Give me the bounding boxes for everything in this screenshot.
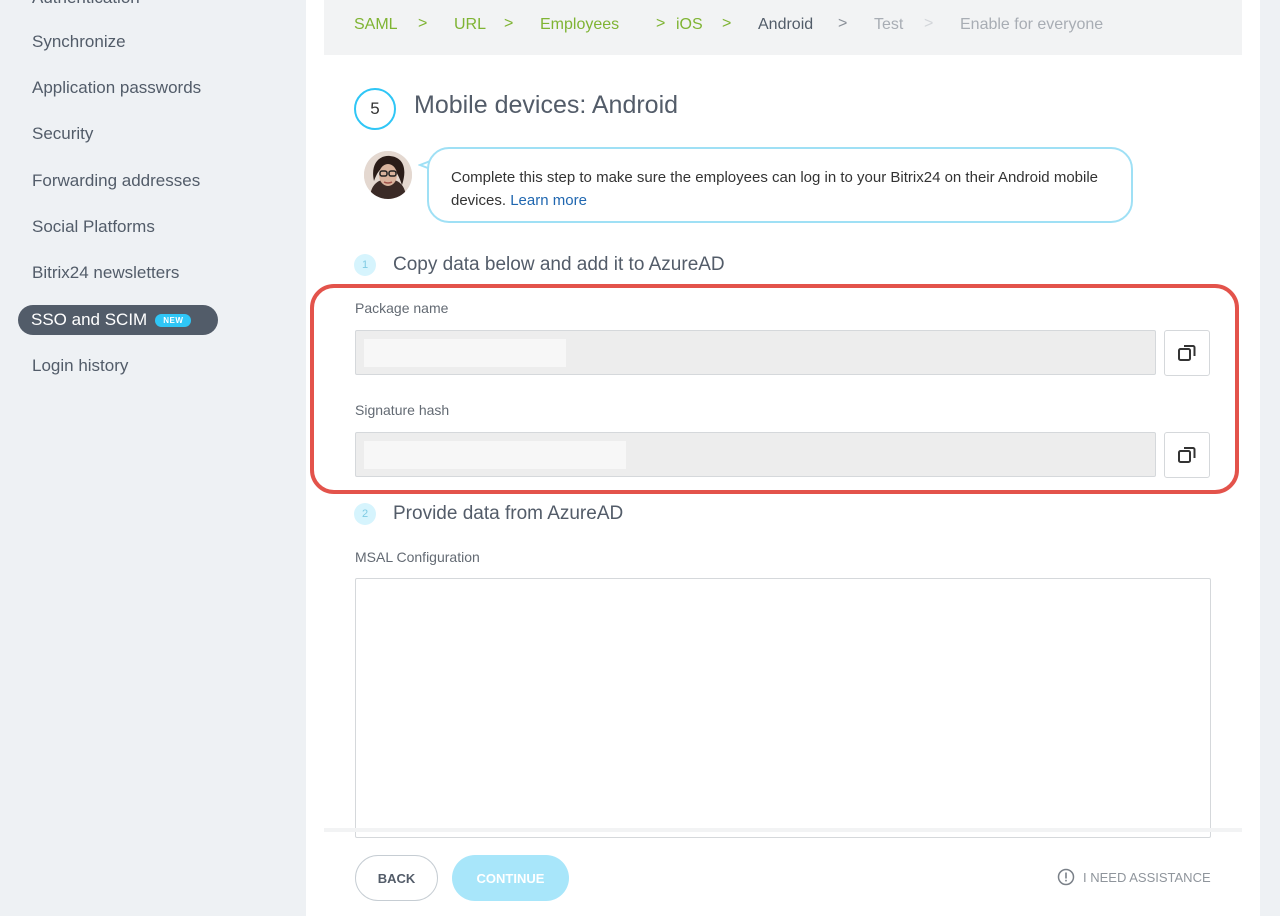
breadcrumb-step-android[interactable]: Android (758, 16, 813, 34)
learn-more-link[interactable]: Learn more (510, 192, 587, 209)
breadcrumb-separator: > (924, 15, 934, 32)
breadcrumb-separator: > (656, 15, 666, 32)
step-number-badge: 5 (354, 88, 396, 130)
sidebar-item-sso-and-scim[interactable]: SSO and SCIM NEW (18, 305, 218, 335)
breadcrumb-step-saml[interactable]: SAML (354, 16, 398, 34)
breadcrumb-step-test: Test (874, 16, 904, 33)
info-circle-icon (1057, 868, 1075, 886)
need-assistance-label: I NEED ASSISTANCE (1083, 869, 1211, 885)
continue-button[interactable]: CONTINUE (452, 855, 569, 901)
page-title: Mobile devices: Android (414, 91, 679, 119)
redacted-value (364, 339, 566, 367)
sidebar-item-forwarding-addresses[interactable]: Forwarding addresses (32, 171, 200, 191)
copy-signature-hash-button[interactable] (1164, 432, 1210, 478)
need-assistance-link[interactable]: I NEED ASSISTANCE (1057, 868, 1211, 886)
breadcrumb-separator: > (504, 15, 514, 32)
redacted-value (364, 441, 626, 469)
breadcrumb: SAML > URL > Employees > iOS > Android >… (324, 0, 1242, 55)
main-panel: SAML > URL > Employees > iOS > Android >… (306, 0, 1260, 916)
breadcrumb-step-employees[interactable]: Employees (540, 16, 619, 34)
sidebar-item-security[interactable]: Security (32, 124, 93, 144)
breadcrumb-separator: > (722, 15, 732, 32)
sidebar-item-login-history[interactable]: Login history (32, 356, 128, 376)
sidebar-item-application-passwords[interactable]: Application passwords (32, 78, 201, 98)
new-badge: NEW (155, 313, 192, 327)
sidebar-item-bitrix24-newsletters[interactable]: Bitrix24 newsletters (32, 263, 179, 283)
package-name-field[interactable] (355, 330, 1156, 375)
breadcrumb-step-enable-for-everyone: Enable for everyone (960, 16, 1104, 33)
breadcrumb-step-ios[interactable]: iOS (676, 16, 703, 34)
sidebar-item-label: SSO and SCIM (31, 310, 148, 329)
substep-1: 1 Copy data below and add it to AzureAD (354, 254, 725, 276)
breadcrumb-separator: > (418, 15, 428, 32)
signature-hash-field[interactable] (355, 432, 1156, 477)
breadcrumb-separator: > (838, 15, 848, 32)
avatar (364, 151, 412, 199)
footer-divider (324, 828, 1242, 832)
sidebar-item-authentication[interactable]: Authentication (32, 0, 140, 8)
msal-configuration-label: MSAL Configuration (355, 549, 480, 565)
sidebar: Authentication Synchronize Application p… (0, 0, 306, 916)
right-edge (1260, 0, 1280, 916)
sidebar-item-synchronize[interactable]: Synchronize (32, 32, 126, 52)
substep-2: 2 Provide data from AzureAD (354, 503, 623, 525)
copy-package-name-button[interactable] (1164, 330, 1210, 376)
back-button[interactable]: BACK (355, 855, 438, 901)
substep-number: 1 (354, 254, 376, 276)
msal-configuration-textarea[interactable] (355, 578, 1211, 838)
substep-title: Copy data below and add it to AzureAD (393, 254, 725, 275)
breadcrumb-step-url[interactable]: URL (454, 16, 486, 34)
copy-icon (1178, 447, 1196, 463)
hint-bubble: Complete this step to make sure the empl… (427, 147, 1133, 223)
substep-title: Provide data from AzureAD (393, 503, 624, 524)
signature-hash-label: Signature hash (355, 402, 450, 418)
package-name-label: Package name (355, 300, 449, 316)
substep-number: 2 (354, 503, 376, 525)
copy-icon (1178, 345, 1196, 361)
sidebar-item-social-platforms[interactable]: Social Platforms (32, 217, 155, 237)
